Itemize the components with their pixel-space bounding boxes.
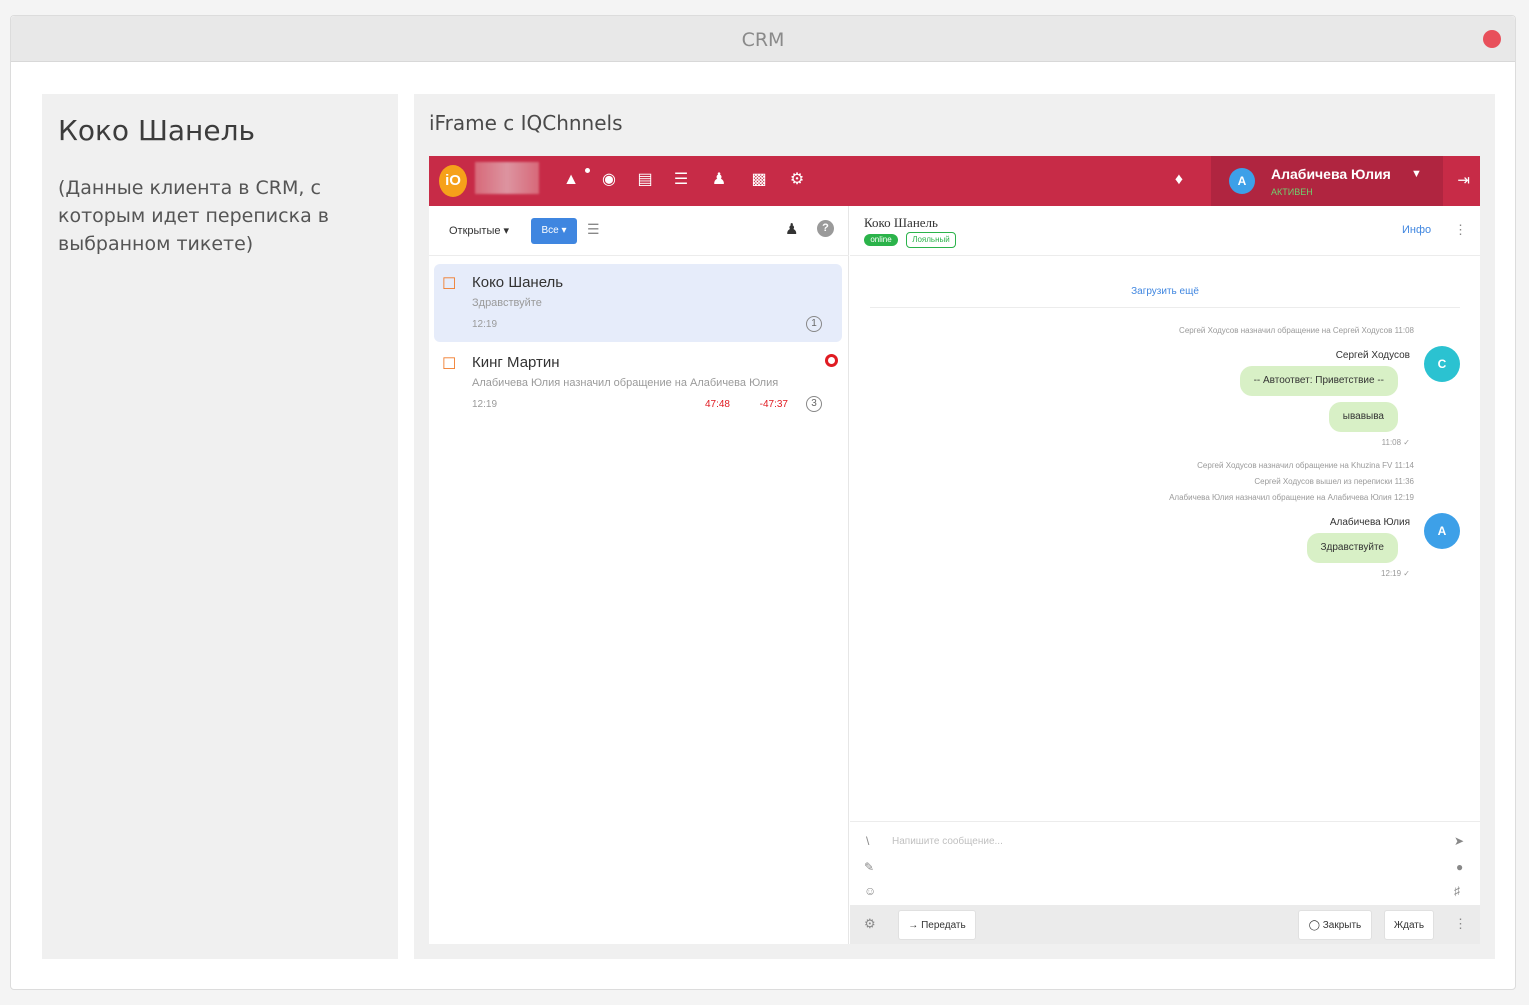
- inbox-icon[interactable]: ▲: [561, 170, 581, 190]
- message-bubble: Здравствуйте: [1306, 533, 1398, 563]
- transfer-button[interactable]: → Передать: [898, 910, 976, 940]
- chat-icon: ☐: [442, 356, 457, 373]
- message-composer[interactable]: \ Напишите сообщение... ✎ ☺ ➤ ● ♯: [850, 821, 1480, 905]
- info-link[interactable]: Инфо: [1402, 224, 1431, 236]
- wait-button[interactable]: Ждать: [1384, 910, 1434, 940]
- ticket-time: 12:19: [472, 319, 498, 330]
- loyal-badge: Лояльный: [906, 232, 956, 248]
- load-more-link[interactable]: Загрузить ещё: [850, 286, 1480, 297]
- message-bubble: ывавыва: [1328, 402, 1398, 432]
- slash-command-icon[interactable]: \: [866, 834, 869, 848]
- client-description: (Данные клиента в CRM, с которым идет пе…: [58, 177, 329, 255]
- more-icon[interactable]: ⋮: [1454, 222, 1467, 238]
- filter-open-dropdown[interactable]: Открытые ▾: [449, 224, 509, 237]
- help-icon[interactable]: ?: [817, 220, 834, 237]
- chat-header: Коко Шанель online Лояльный Инфо ⋮: [850, 206, 1480, 256]
- bell-icon[interactable]: ♦: [1169, 170, 1189, 190]
- ticket-item[interactable]: ☐ Коко Шанель Здравствуйте 12:19 1: [434, 264, 842, 342]
- close-ticket-button[interactable]: ◯ Закрыть: [1298, 910, 1372, 940]
- user-menu[interactable]: A Алабичева Юлия АКТИВЕН ▼: [1211, 156, 1443, 206]
- attach-icon[interactable]: ✎: [864, 860, 874, 874]
- crm-window: CRM Коко Шанель (Данные клиента в CRM, с…: [10, 15, 1516, 990]
- filter-bar: Открытые ▾ Все ▾ ☰ ♟ ?: [429, 206, 849, 256]
- message-bubble: -- Автоответ: Приветствие --: [1239, 366, 1398, 396]
- logout-icon[interactable]: ⇥: [1457, 171, 1470, 189]
- system-message: Алабичева Юлия назначил обращение на Ала…: [1169, 493, 1414, 502]
- sender-avatar: С: [1424, 346, 1460, 382]
- emoji-icon[interactable]: ☺: [864, 884, 876, 898]
- notification-dot-icon: [585, 168, 590, 173]
- divider: [870, 307, 1460, 308]
- operator-timer: 47:48: [704, 399, 730, 410]
- system-message: Сергей Ходусов назначил обращение на Сер…: [1179, 326, 1414, 335]
- ticket-preview: Здравствуйте: [472, 297, 542, 309]
- message-input[interactable]: Напишите сообщение...: [892, 836, 1003, 847]
- user-avatar: A: [1229, 168, 1255, 194]
- window-titlebar: CRM: [11, 16, 1515, 62]
- ticket-list-pane: Открытые ▾ Все ▾ ☰ ♟ ? ☐ Коко Шанель Здр…: [429, 206, 849, 944]
- users-icon[interactable]: ♟: [709, 170, 729, 190]
- sla-timer: -47:37: [759, 399, 788, 410]
- user-name: Алабичева Юлия: [1271, 166, 1391, 182]
- chat-icon: ☐: [442, 276, 457, 293]
- message-sender: Сергей Ходусов: [1335, 350, 1410, 361]
- more-icon[interactable]: ⋮: [1454, 916, 1467, 932]
- chat-pane: Коко Шанель online Лояльный Инфо ⋮ Загру…: [850, 206, 1480, 944]
- microphone-icon[interactable]: ●: [1456, 860, 1463, 874]
- filter-all-dropdown[interactable]: Все ▾: [531, 218, 577, 244]
- close-icon[interactable]: [1483, 30, 1501, 48]
- ticket-name: Коко Шанель: [472, 274, 564, 291]
- iq-logo-icon: iO: [439, 165, 467, 197]
- ticket-unread-count: 3: [806, 396, 822, 412]
- ticket-time: 12:19: [472, 399, 498, 410]
- chevron-down-icon: ▼: [1411, 168, 1422, 180]
- message-sender: Алабичева Юлия: [1329, 517, 1410, 528]
- blurred-area: [475, 162, 539, 194]
- system-message: Сергей Ходусов назначил обращение на Khu…: [1197, 461, 1414, 470]
- gear-icon[interactable]: ⚙: [864, 916, 876, 932]
- assign-person-icon[interactable]: ♟: [785, 220, 798, 238]
- sender-avatar: А: [1424, 513, 1460, 549]
- translate-icon[interactable]: ♯: [1454, 884, 1460, 898]
- chats-icon[interactable]: ◉: [599, 170, 619, 190]
- ticket-item[interactable]: ☐ Кинг Мартин Алабичева Юлия назначил об…: [434, 344, 842, 422]
- app-topbar: iO ▲ ◉ ▤ ☰ ♟ ▩ ⚙ ♦ A Алабичева Юлия АКТИ…: [429, 156, 1480, 206]
- ticket-name: Кинг Мартин: [472, 354, 560, 371]
- system-message: Сергей Ходусов вышел из переписки 11:36: [1254, 477, 1414, 486]
- iframe-panel: iFrame с IQChnnels iO ▲ ◉ ▤ ☰ ♟ ▩ ⚙ ♦ A …: [414, 94, 1495, 959]
- ticket-preview: Алабичева Юлия назначил обращение на Ала…: [472, 377, 779, 389]
- window-title: CRM: [741, 29, 785, 51]
- send-icon[interactable]: ➤: [1454, 834, 1464, 848]
- iqchannels-app: iO ▲ ◉ ▤ ☰ ♟ ▩ ⚙ ♦ A Алабичева Юлия АКТИ…: [429, 156, 1480, 944]
- contacts-icon[interactable]: ▤: [635, 170, 655, 190]
- message-time: 11:08 ✓: [1381, 438, 1410, 447]
- list-icon[interactable]: ☰: [587, 221, 600, 238]
- analytics-icon[interactable]: ▩: [749, 170, 769, 190]
- chat-client-name: Коко Шанель: [864, 215, 938, 230]
- client-panel: Коко Шанель (Данные клиента в CRM, с кот…: [42, 94, 398, 959]
- user-status: АКТИВЕН: [1271, 187, 1313, 197]
- layers-icon[interactable]: ☰: [671, 170, 691, 190]
- message-time: 12:19 ✓: [1381, 569, 1410, 578]
- iframe-title: iFrame с IQChnnels: [429, 111, 623, 135]
- alert-icon: [825, 354, 838, 367]
- online-badge: online: [864, 234, 898, 246]
- chat-footer: ⚙ → Передать ◯ Закрыть Ждать ⋮: [850, 905, 1480, 944]
- settings-icon[interactable]: ⚙: [787, 170, 807, 190]
- client-name: Коко Шанель: [58, 114, 255, 147]
- ticket-unread-count: 1: [806, 316, 822, 332]
